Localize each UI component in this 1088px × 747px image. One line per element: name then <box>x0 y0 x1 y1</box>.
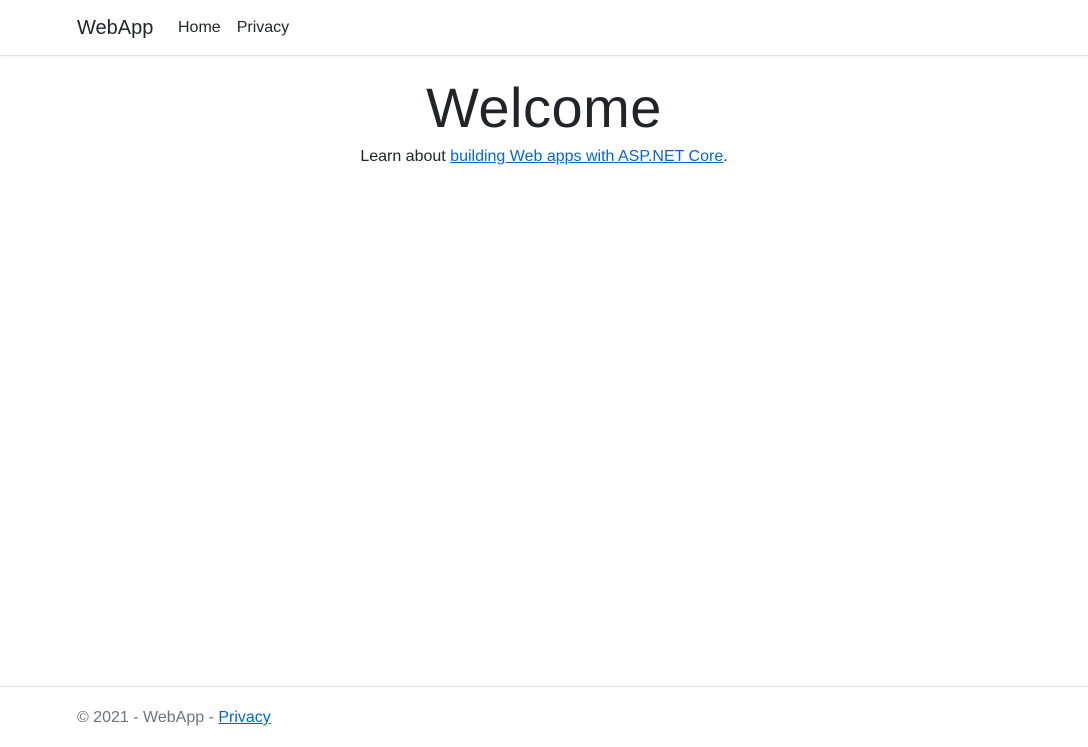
brand-link[interactable]: WebApp <box>77 16 153 40</box>
page-title: Welcome <box>426 76 662 139</box>
footer-text: © 2021 - WebApp - Privacy <box>77 707 271 729</box>
lead-text: Learn about building Web apps with ASP.N… <box>0 146 1088 168</box>
footer-copyright: © 2021 - WebApp - <box>77 709 219 726</box>
main-content: Welcome Learn about building Web apps wi… <box>0 56 1088 168</box>
main-nav: Home Privacy <box>178 17 305 39</box>
lead-suffix: . <box>723 148 728 165</box>
top-navbar: WebApp Home Privacy <box>0 0 1088 56</box>
aspnet-docs-link[interactable]: building Web apps with ASP.NET Core <box>450 148 723 165</box>
footer-privacy-link[interactable]: Privacy <box>218 709 270 726</box>
page-footer: © 2021 - WebApp - Privacy <box>0 686 1088 747</box>
nav-home-link[interactable]: Home <box>178 17 221 39</box>
nav-privacy-link[interactable]: Privacy <box>237 17 289 39</box>
lead-prefix: Learn about <box>360 148 451 165</box>
